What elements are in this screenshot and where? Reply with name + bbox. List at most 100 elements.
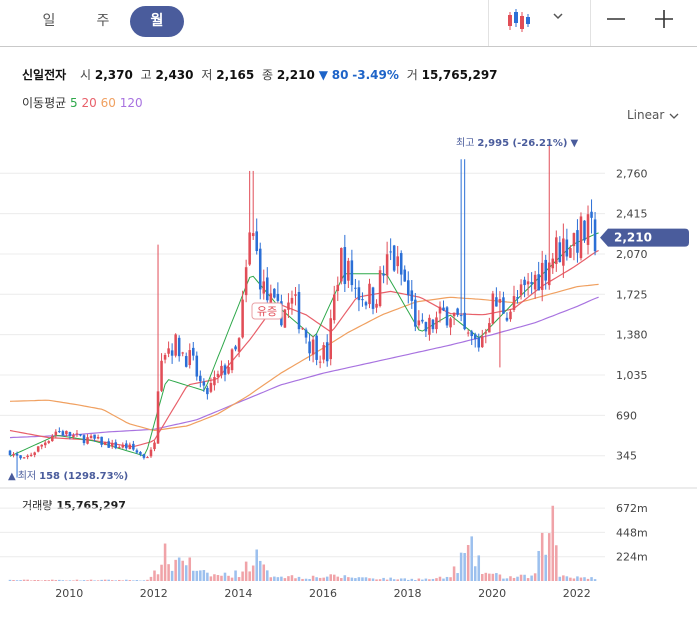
volume-bar — [202, 570, 206, 581]
volume-bar — [170, 570, 174, 581]
volume-bar — [117, 579, 121, 581]
candle-body — [223, 365, 227, 375]
candle-body — [576, 230, 579, 253]
candle-body — [477, 337, 481, 348]
candle-body — [385, 254, 389, 276]
price-tick-label: 690 — [616, 409, 637, 422]
volume-bar — [579, 577, 583, 581]
candle-body — [33, 452, 36, 455]
candle-body — [160, 360, 163, 391]
volume-bar — [19, 580, 22, 581]
volume-bars — [8, 505, 597, 581]
volume-bar — [565, 576, 569, 581]
time-tick-label: 2016 — [309, 587, 337, 600]
candle-body — [89, 435, 93, 439]
volume-bar — [512, 577, 516, 581]
candle-body — [428, 317, 431, 335]
volume-gridlines — [0, 507, 605, 558]
volume-bar — [410, 578, 414, 581]
volume-bar — [343, 575, 347, 581]
volume-bar — [156, 574, 160, 581]
candle-body — [414, 299, 417, 327]
candle-body — [174, 334, 177, 356]
volume-bar — [583, 577, 586, 581]
candle-body — [491, 293, 495, 324]
low-marker: ▲ 최저 158 (1298.73%) — [8, 470, 128, 482]
volume-bar — [297, 576, 301, 581]
price-tick-label: 345 — [616, 450, 637, 463]
candle-body — [301, 328, 304, 330]
candle-body — [184, 356, 188, 367]
candle-body — [488, 323, 491, 333]
volume-bar — [209, 576, 213, 581]
candle-body — [403, 269, 407, 282]
volume-bar — [135, 580, 139, 581]
candle-body — [65, 430, 68, 435]
candle-body — [192, 347, 195, 356]
volume-bar — [590, 577, 593, 581]
candle-body — [512, 296, 516, 310]
volume-bar — [442, 578, 445, 581]
candle-body — [188, 350, 192, 366]
rights-issue-annotation: 유증 — [251, 302, 283, 320]
candle-body — [22, 457, 26, 459]
volume-bar — [220, 575, 223, 581]
volume-bar — [463, 553, 466, 581]
ma20-path — [9, 249, 599, 448]
candle-body — [431, 319, 435, 330]
volume-bar — [491, 573, 495, 581]
candle-body — [449, 318, 452, 328]
price-tick-label: 1,035 — [616, 369, 648, 382]
volume-tick-label: 224m — [616, 551, 648, 564]
volume-bar — [523, 574, 526, 581]
candle-body — [103, 441, 107, 445]
candle-body — [294, 294, 297, 296]
volume-bar — [276, 577, 280, 581]
volume-bar — [382, 577, 385, 581]
volume-bar — [248, 571, 251, 581]
volume-bar — [146, 579, 149, 581]
candle-body — [202, 381, 206, 386]
volume-bar — [103, 579, 107, 581]
volume-bar — [392, 579, 396, 581]
volume-bar — [290, 575, 294, 581]
price-tick-label: 2,760 — [616, 167, 648, 180]
volume-bar — [86, 580, 89, 581]
candle-body — [149, 449, 153, 457]
candle-body — [117, 447, 121, 449]
volume-bar — [43, 580, 47, 581]
volume-bar — [199, 570, 202, 581]
candle-body — [311, 339, 315, 355]
candle-body — [547, 262, 551, 286]
volume-bar — [181, 560, 184, 581]
candle-body — [139, 451, 142, 455]
candle-body — [544, 259, 547, 281]
volume-bar — [82, 580, 86, 581]
volume-bar — [114, 580, 118, 581]
candle-body — [100, 436, 103, 445]
candle-body — [322, 345, 325, 360]
candle-body — [269, 293, 273, 304]
volume-bar — [378, 579, 382, 581]
candle-body — [533, 274, 537, 290]
volume-bar — [258, 560, 262, 581]
volume-bar — [484, 572, 488, 581]
price-tick-label: 1,725 — [616, 288, 648, 301]
volume-bar — [421, 579, 424, 581]
candle-body — [350, 260, 354, 286]
price-tick-label: 2,070 — [616, 248, 648, 261]
volume-bar — [417, 578, 421, 581]
candle-body — [79, 434, 82, 436]
candle-body — [583, 220, 586, 241]
candle-body — [361, 299, 364, 301]
candle-body — [505, 317, 509, 321]
price-chart[interactable]: 2,760 2,415 2,070 1,725 1,380 1,035 690 345 최고 2… — [0, 0, 697, 624]
candle-body — [558, 242, 562, 263]
volume-bar — [424, 578, 428, 581]
candle-body — [125, 443, 128, 449]
volume-bar — [540, 532, 544, 581]
candle-body — [209, 382, 213, 392]
price-axis: 2,760 2,415 2,070 1,725 1,380 1,035 690 345 — [616, 167, 648, 462]
volume-bar — [22, 579, 26, 581]
volume-bar — [227, 575, 230, 581]
